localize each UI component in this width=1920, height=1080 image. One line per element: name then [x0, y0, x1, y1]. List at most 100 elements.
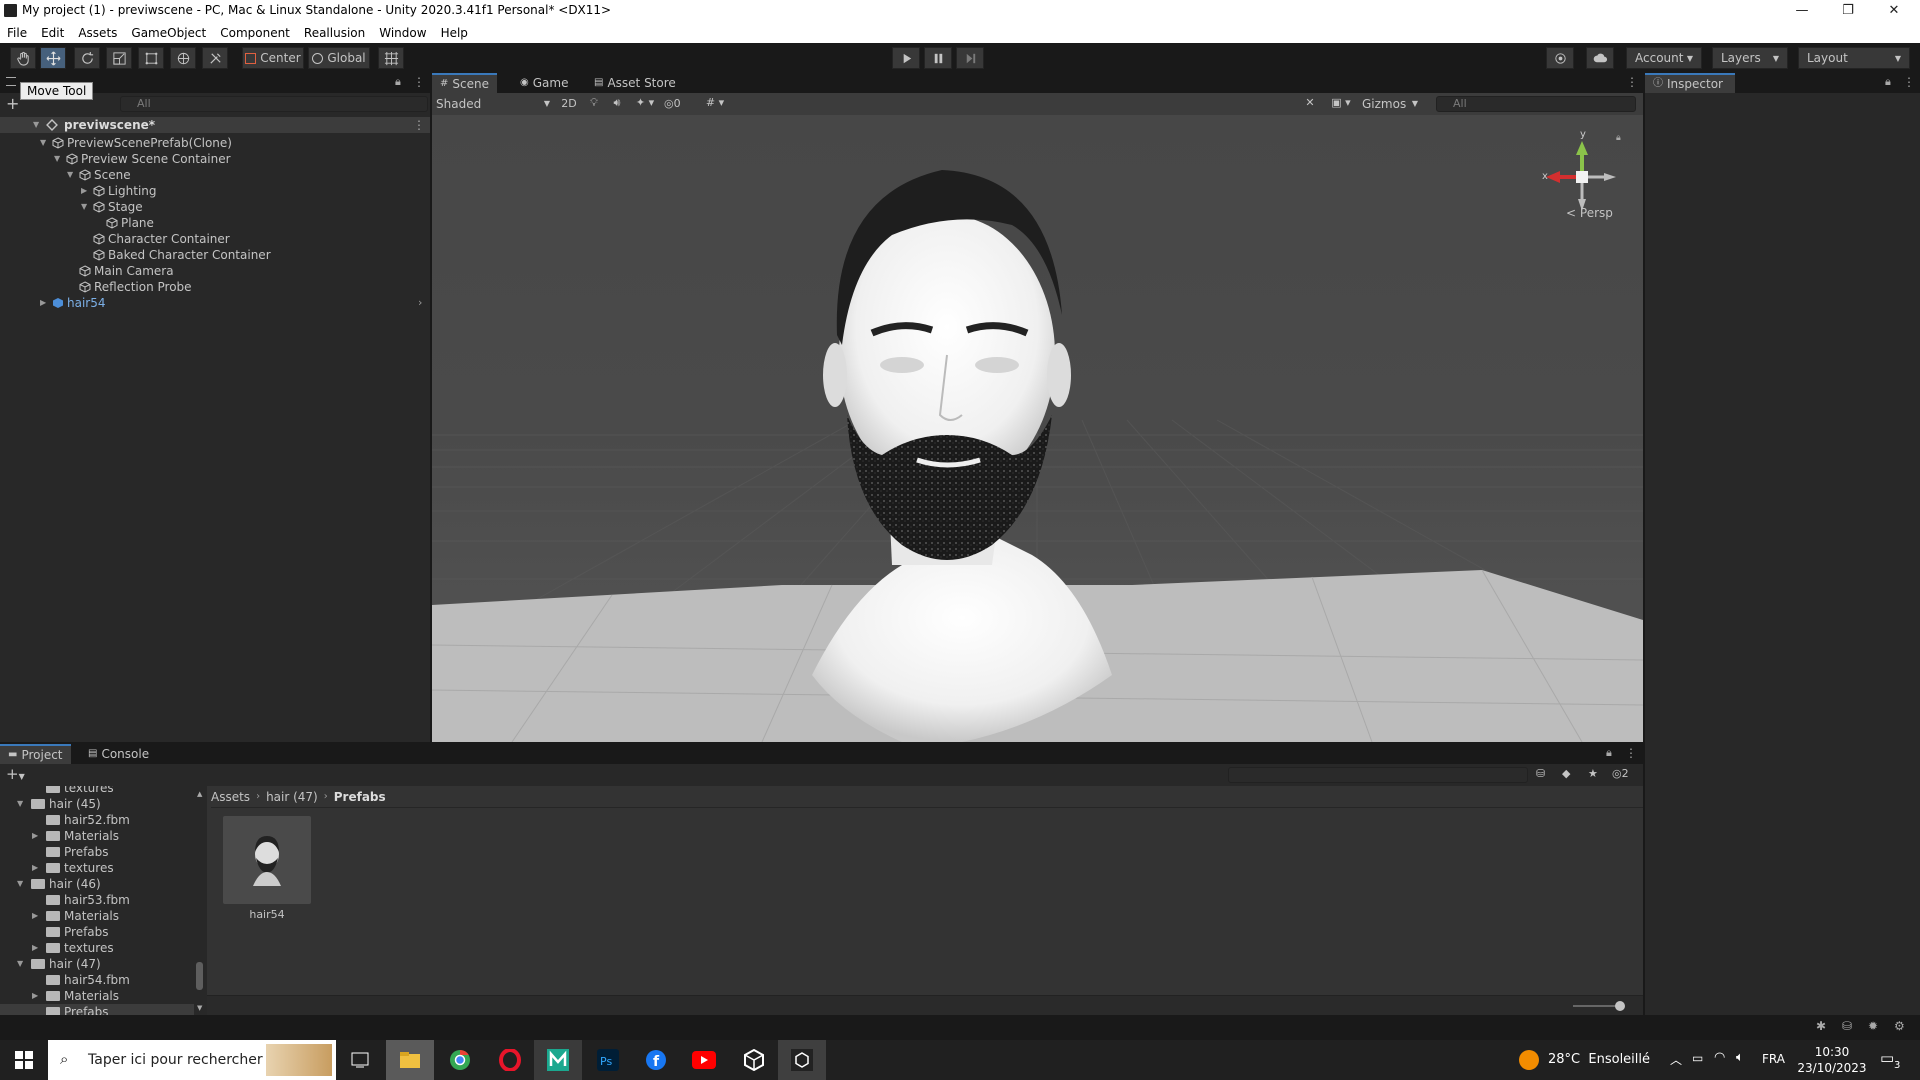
hierarchy-item[interactable]: Baked Character Container: [0, 247, 429, 263]
weather-text[interactable]: 28°C Ensoleillé: [1548, 1052, 1650, 1067]
close-button[interactable]: ✕: [1872, 0, 1916, 22]
project-tree-item[interactable]: ▼ hair (47): [0, 956, 194, 972]
menu-assets[interactable]: Assets: [78, 26, 117, 40]
chevron-up-icon[interactable]: ︿: [1670, 1051, 1682, 1068]
hierarchy-status-icon[interactable]: ⛁: [1842, 1019, 1852, 1033]
hierarchy-search-input[interactable]: All: [120, 96, 428, 112]
tab-scene[interactable]: # Scene: [432, 73, 497, 93]
app-m-icon[interactable]: [534, 1040, 582, 1080]
tab-game[interactable]: ◉ Game: [512, 73, 576, 93]
tab-asset-store[interactable]: ▤ Asset Store: [586, 73, 684, 93]
create-dropdown[interactable]: +▼: [6, 765, 25, 783]
project-tree-item[interactable]: ▶ Materials: [0, 828, 194, 844]
add-icon[interactable]: +: [6, 94, 19, 113]
rotate-tool-icon[interactable]: [74, 47, 100, 69]
menu-component[interactable]: Component: [220, 26, 290, 40]
hierarchy-item[interactable]: ▼ PreviewScenePrefab(Clone): [0, 135, 429, 151]
hierarchy-item[interactable]: Plane: [0, 215, 429, 231]
camera-dropdown-icon[interactable]: ▣ ▾: [1326, 96, 1356, 112]
collapse-arrow-icon[interactable]: ▶: [32, 828, 38, 844]
custom-tool-icon[interactable]: [202, 47, 228, 69]
pivot-space-button[interactable]: Global: [308, 47, 370, 69]
chrome-icon[interactable]: [436, 1040, 484, 1080]
language-indicator[interactable]: FRA: [1762, 1052, 1785, 1066]
project-tree-item[interactable]: ▶ Materials: [0, 908, 194, 924]
gizmo-lock-icon[interactable]: 🔒︎: [1616, 133, 1621, 143]
scroll-down-icon[interactable]: ▼: [197, 1004, 202, 1012]
project-tree-item[interactable]: Prefabs: [0, 1004, 194, 1015]
hierarchy-item[interactable]: ▶ Lighting: [0, 183, 429, 199]
maximize-button[interactable]: ❐: [1826, 0, 1870, 22]
menu-file[interactable]: File: [7, 26, 27, 40]
account-dropdown[interactable]: Account ▼: [1626, 47, 1702, 69]
menu-help[interactable]: Help: [441, 26, 468, 40]
search-by-label-icon[interactable]: ◆: [1562, 767, 1570, 780]
layout-dropdown[interactable]: Layout ▼: [1798, 47, 1910, 69]
expand-arrow-icon[interactable]: ▼: [40, 135, 46, 151]
photoshop-icon[interactable]: Ps: [584, 1040, 632, 1080]
project-tree-item[interactable]: hair54.fbm: [0, 972, 194, 988]
file-explorer-icon[interactable]: [386, 1040, 434, 1080]
expand-arrow-icon[interactable]: ▼: [17, 876, 23, 892]
tree-scroll-thumb[interactable]: [196, 962, 203, 990]
task-view-icon[interactable]: [336, 1040, 384, 1080]
cloud-icon[interactable]: [1586, 47, 1614, 69]
hierarchy-item[interactable]: Reflection Probe: [0, 279, 429, 295]
project-tree-item[interactable]: ▶ textures: [0, 860, 194, 876]
grid-snap-icon[interactable]: [378, 47, 404, 69]
expand-arrow-icon[interactable]: ▼: [17, 956, 23, 972]
tab-console[interactable]: ▤ Console: [80, 744, 157, 764]
project-tree-item[interactable]: textures: [0, 786, 194, 796]
project-tree-item[interactable]: ▶ textures: [0, 940, 194, 956]
network-icon[interactable]: ◠: [1714, 1050, 1725, 1065]
project-tree-item[interactable]: Prefabs: [0, 844, 194, 860]
collapse-arrow-icon[interactable]: ▶: [32, 940, 38, 956]
play-button[interactable]: [892, 47, 920, 69]
tablet-icon[interactable]: ▭: [1692, 1051, 1703, 1065]
expand-arrow-icon[interactable]: ▼: [33, 117, 39, 133]
scene-header-row[interactable]: ▼ previwscene* ⋮: [0, 117, 430, 133]
hierarchy-item[interactable]: ▼ Scene: [0, 167, 429, 183]
hierarchy-item[interactable]: Character Container: [0, 231, 429, 247]
collapse-arrow-icon[interactable]: ▶: [32, 908, 38, 924]
project-search-input[interactable]: [1228, 767, 1528, 783]
step-button[interactable]: [956, 47, 984, 69]
collapse-arrow-icon[interactable]: ▶: [32, 860, 38, 876]
hierarchy-item[interactable]: ▶ hair54 ›: [0, 295, 429, 311]
facebook-icon[interactable]: f: [632, 1040, 680, 1080]
project-tree-item[interactable]: hair52.fbm: [0, 812, 194, 828]
transform-tool-icon[interactable]: [170, 47, 196, 69]
tab-inspector[interactable]: ⓘ Inspector: [1645, 73, 1735, 93]
breadcrumb-assets[interactable]: Assets: [211, 790, 250, 804]
menu-reallusion[interactable]: Reallusion: [304, 26, 365, 40]
lock-icon[interactable]: 🔒︎: [395, 75, 401, 89]
effects-dropdown-icon[interactable]: ✦ ▾: [630, 96, 660, 112]
audio-toggle-icon[interactable]: 🔊︎: [607, 96, 627, 112]
rect-tool-icon[interactable]: [138, 47, 164, 69]
status-settings-icon[interactable]: ⚙: [1894, 1019, 1905, 1033]
scene-menu-icon[interactable]: ⋮: [413, 117, 425, 133]
expand-arrow-icon[interactable]: ▼: [81, 199, 87, 215]
asset-thumbnail[interactable]: [223, 816, 311, 904]
hidden-objects-toggle[interactable]: ◎0: [664, 96, 696, 112]
bug-icon[interactable]: ✱: [1816, 1019, 1826, 1033]
lock-icon[interactable]: 🔒︎: [1885, 75, 1891, 89]
hierarchy-item[interactable]: ▼ Preview Scene Container: [0, 151, 429, 167]
lighting-toggle-icon[interactable]: 💡︎: [584, 96, 604, 112]
project-tree-item[interactable]: ▼ hair (45): [0, 796, 194, 812]
taskbar-search-box[interactable]: ⌕ Taper ici pour rechercher: [48, 1040, 336, 1080]
shading-mode-dropdown[interactable]: Shaded ▼: [436, 96, 554, 112]
orientation-gizmo[interactable]: y x 🔒︎: [1542, 129, 1622, 217]
scale-tool-icon[interactable]: [106, 47, 132, 69]
volume-icon[interactable]: 🔈︎: [1736, 1050, 1744, 1065]
gizmos-dropdown[interactable]: Gizmos ▼: [1362, 96, 1418, 112]
kebab-menu-icon[interactable]: ⋮: [413, 75, 425, 89]
chevron-right-icon[interactable]: ›: [418, 295, 422, 311]
notifications-icon[interactable]: ▭: [1880, 1049, 1894, 1067]
grid-dropdown-icon[interactable]: # ▾: [700, 96, 730, 112]
menu-window[interactable]: Window: [379, 26, 426, 40]
hierarchy-item[interactable]: ▼ Stage: [0, 199, 429, 215]
scene-viewport[interactable]: y x 🔒︎ < Persp: [432, 115, 1643, 742]
hidden-packages-toggle[interactable]: ◎2: [1612, 767, 1629, 780]
hand-tool-icon[interactable]: [10, 47, 36, 69]
